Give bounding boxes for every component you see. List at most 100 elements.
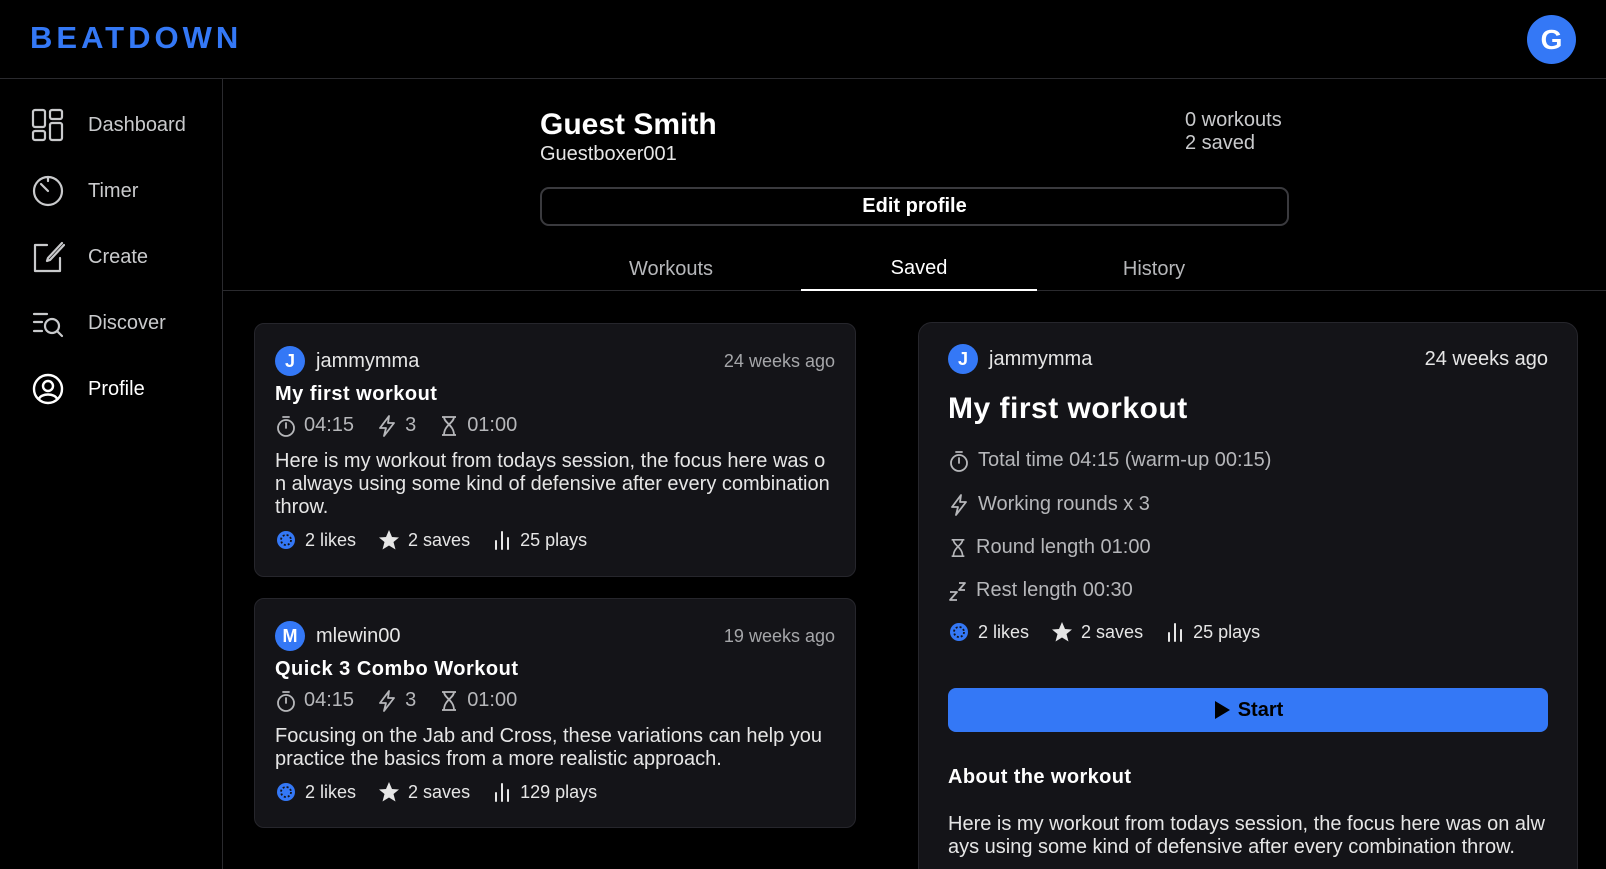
round-length-row: Round length 01:00	[948, 536, 1151, 559]
detail-title: My first workout	[948, 392, 1188, 425]
author-username[interactable]: mlewin00	[316, 625, 400, 648]
rest-length-text: Rest length 00:30	[976, 579, 1133, 601]
round-length-text: Round length 01:00	[976, 536, 1151, 558]
sidebar-item-label: Profile	[88, 377, 145, 400]
boxing-glove-icon	[950, 623, 968, 641]
star-icon	[379, 530, 400, 550]
posted-time: 24 weeks ago	[1424, 347, 1548, 370]
round-length: 01:00	[467, 414, 518, 436]
tab-history[interactable]: History	[1036, 248, 1272, 290]
stopwatch-icon	[277, 415, 295, 437]
workout-title: My first workout	[275, 383, 438, 405]
saves-count: 2 saves	[408, 781, 471, 802]
rounds-count: 3	[405, 689, 417, 711]
stopwatch-icon	[277, 690, 295, 712]
total-time-row: Total time 04:15 (warm-up 00:15)	[948, 449, 1271, 472]
sidebar-item-timer[interactable]: Timer	[30, 171, 215, 211]
edit-profile-button[interactable]: Edit profile	[540, 187, 1289, 226]
workout-stats: 2 likes 2 saves 25 plays	[275, 529, 609, 551]
user-avatar[interactable]: G	[1527, 15, 1576, 64]
lightning-icon	[951, 493, 967, 516]
likes-count: 2 likes	[305, 781, 357, 802]
tab-saved[interactable]: Saved	[801, 248, 1037, 291]
lightning-icon	[379, 414, 395, 437]
plays-count: 129 plays	[520, 781, 598, 802]
plays-count: 25 plays	[520, 529, 588, 550]
workout-detail-panel: J jammymma 24 weeks ago My first workout…	[918, 322, 1578, 869]
start-label: Start	[1237, 698, 1284, 721]
create-edit-icon	[30, 239, 66, 275]
total-time: 04:15	[304, 689, 355, 711]
card-header: J jammymma 24 weeks ago	[275, 346, 835, 376]
workout-title: Quick 3 Combo Workout	[275, 658, 519, 680]
hourglass-icon	[442, 690, 457, 711]
timer-icon	[30, 173, 66, 209]
profile-user-icon	[30, 371, 66, 407]
play-icon	[1214, 701, 1230, 719]
dashboard-grid-icon	[30, 107, 66, 143]
author-username[interactable]: jammymma	[989, 348, 1092, 371]
posted-time: 24 weeks ago	[723, 350, 835, 371]
saves-count: 2 saves	[408, 529, 471, 550]
workout-meta: 04:15 3 01:00	[275, 414, 539, 437]
posted-time: 19 weeks ago	[723, 625, 835, 646]
sidebar-item-dashboard[interactable]: Dashboard	[30, 105, 215, 145]
total-time-text: Total time 04:15 (warm-up 00:15)	[978, 449, 1272, 471]
workout-card[interactable]: M mlewin00 19 weeks ago Quick 3 Combo Wo…	[254, 598, 856, 828]
tab-workouts[interactable]: Workouts	[553, 248, 789, 290]
author-avatar[interactable]: M	[275, 621, 305, 651]
about-title: About the workout	[948, 766, 1132, 788]
top-bar: BEATDOWN G	[0, 0, 1606, 79]
likes-count: 2 likes	[978, 621, 1030, 642]
app-logo[interactable]: BEATDOWN	[30, 20, 242, 56]
star-icon	[379, 782, 400, 802]
sidebar-item-label: Create	[88, 245, 149, 268]
workout-stats: 2 likes 2 saves 129 plays	[275, 781, 619, 803]
working-rounds-text: Working rounds x 3	[978, 493, 1150, 515]
workout-description: Here is my workout from todays session, …	[275, 450, 830, 518]
sidebar-item-profile[interactable]: Profile	[30, 369, 215, 409]
boxing-glove-icon	[277, 783, 295, 801]
bar-chart-icon	[495, 531, 510, 550]
discover-search-icon	[30, 305, 66, 341]
bar-chart-icon	[495, 783, 510, 802]
sleep-zz-icon	[949, 581, 966, 601]
plays-count: 25 plays	[1193, 621, 1261, 642]
author-avatar[interactable]: J	[948, 344, 978, 374]
saves-count: 2 saves	[1081, 621, 1144, 642]
profile-stats: 0 workouts 2 saved	[1185, 109, 1282, 155]
card-header: M mlewin00 19 weeks ago	[275, 621, 835, 651]
sidebar-item-label: Discover	[88, 311, 166, 334]
sidebar: Dashboard Timer Create Discover Profile	[0, 79, 223, 869]
start-button[interactable]: Start	[948, 688, 1548, 732]
likes-count: 2 likes	[305, 529, 357, 550]
sidebar-item-label: Timer	[88, 179, 139, 202]
workouts-count: 0 workouts	[1185, 109, 1282, 131]
profile-tabs: Workouts Saved History	[223, 248, 1606, 291]
workout-card[interactable]: J jammymma 24 weeks ago My first workout…	[254, 323, 856, 577]
profile-handle: Guestboxer001	[540, 143, 677, 165]
author-avatar[interactable]: J	[275, 346, 305, 376]
boxing-glove-icon	[277, 531, 295, 549]
round-length: 01:00	[467, 689, 518, 711]
star-icon	[1052, 622, 1073, 642]
bar-chart-icon	[1168, 623, 1183, 642]
hourglass-icon	[951, 538, 965, 557]
workout-meta: 04:15 3 01:00	[275, 689, 539, 712]
total-time: 04:15	[304, 414, 355, 436]
working-rounds-row: Working rounds x 3	[948, 493, 1150, 516]
rest-length-row: Rest length 00:30	[948, 579, 1133, 602]
sidebar-item-create[interactable]: Create	[30, 237, 215, 277]
detail-stats: 2 likes 2 saves 25 plays	[948, 621, 1282, 643]
hourglass-icon	[442, 415, 457, 436]
lightning-icon	[379, 689, 395, 712]
rounds-count: 3	[405, 414, 417, 436]
stopwatch-icon	[950, 450, 968, 472]
sidebar-item-label: Dashboard	[88, 113, 186, 136]
detail-header: J jammymma 24 weeks ago	[948, 344, 1548, 374]
profile-name: Guest Smith	[540, 108, 717, 141]
about-text: Here is my workout from todays session, …	[948, 813, 1545, 858]
workout-description: Focusing on the Jab and Cross, these var…	[275, 725, 822, 770]
sidebar-item-discover[interactable]: Discover	[30, 303, 215, 343]
author-username[interactable]: jammymma	[316, 350, 419, 373]
